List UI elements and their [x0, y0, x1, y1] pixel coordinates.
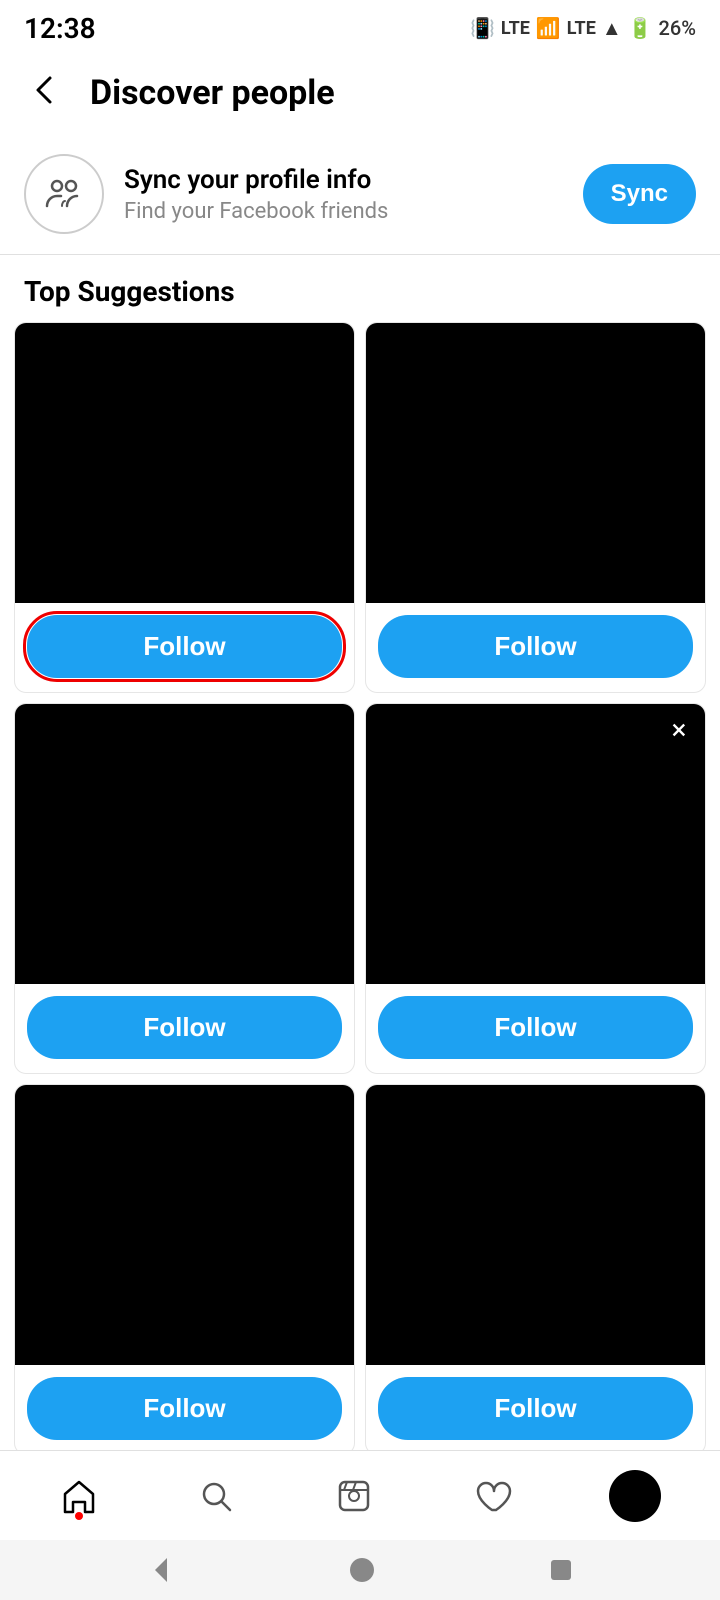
status-bar: 12:38 📳 LTE 📶 LTE ▲ 🔋 26%	[0, 0, 720, 52]
vibrate-icon: 📳	[470, 16, 495, 40]
follow-button-6[interactable]: Follow	[378, 1377, 693, 1440]
suggestion-card-6: Follow	[365, 1084, 706, 1455]
nav-home[interactable]	[41, 1468, 117, 1524]
back-sys-button[interactable]	[145, 1554, 177, 1586]
card-close-button-4[interactable]: ×	[661, 712, 697, 748]
status-icons: 📳 LTE 📶 LTE ▲ 🔋 26%	[470, 16, 696, 41]
follow-button-5[interactable]: Follow	[27, 1377, 342, 1440]
card-image-6	[366, 1085, 705, 1365]
system-nav	[0, 1540, 720, 1600]
card-image-2	[366, 323, 705, 603]
suggestion-card-5: Follow	[14, 1084, 355, 1455]
header: Discover people	[0, 52, 720, 134]
heart-icon	[472, 1476, 512, 1516]
sync-subtitle: Find your Facebook friends	[124, 199, 563, 224]
recents-sys-button[interactable]	[547, 1556, 575, 1584]
nav-profile[interactable]	[591, 1462, 679, 1530]
suggestions-grid: Follow Follow Follow × Follow Follow Follow	[0, 322, 720, 1455]
home-active-dot	[75, 1512, 83, 1520]
battery-icon: 🔋	[628, 16, 653, 40]
suggestions-title: Top Suggestions	[0, 255, 720, 322]
sync-icon-circle	[24, 154, 104, 234]
card-image-5	[15, 1085, 354, 1365]
suggestion-card-4: × Follow	[365, 703, 706, 1074]
suggestion-card-3: Follow	[14, 703, 355, 1074]
follow-button-2[interactable]: Follow	[378, 615, 693, 678]
bottom-nav	[0, 1450, 720, 1540]
sync-text: Sync your profile info Find your Faceboo…	[124, 165, 563, 224]
nav-reels[interactable]	[316, 1468, 392, 1524]
battery-level: 26%	[659, 16, 696, 40]
follow-button-1[interactable]: Follow	[27, 615, 342, 678]
card-image-4: ×	[366, 704, 705, 984]
page-title: Discover people	[90, 73, 335, 113]
wifi-icon: 📶	[536, 16, 561, 40]
lte-icon: LTE	[501, 18, 530, 39]
suggestion-card-1: Follow	[14, 322, 355, 693]
card-image-1	[15, 323, 354, 603]
nav-activity[interactable]	[454, 1468, 530, 1524]
sync-title: Sync your profile info	[124, 165, 563, 195]
lte2-icon: LTE	[567, 18, 596, 39]
sync-section: Sync your profile info Find your Faceboo…	[0, 134, 720, 255]
profile-avatar	[609, 1470, 661, 1522]
sync-button[interactable]: Sync	[583, 164, 696, 224]
search-icon	[196, 1476, 236, 1516]
follow-button-3[interactable]: Follow	[27, 996, 342, 1059]
nav-search[interactable]	[178, 1468, 254, 1524]
signal-icon: ▲	[602, 16, 622, 41]
home-sys-button[interactable]	[348, 1556, 376, 1584]
follow-button-4[interactable]: Follow	[378, 996, 693, 1059]
suggestion-card-2: Follow	[365, 322, 706, 693]
home-icon	[59, 1476, 99, 1516]
reels-icon	[334, 1476, 374, 1516]
back-button[interactable]	[20, 68, 72, 118]
card-image-3	[15, 704, 354, 984]
status-time: 12:38	[24, 12, 96, 45]
